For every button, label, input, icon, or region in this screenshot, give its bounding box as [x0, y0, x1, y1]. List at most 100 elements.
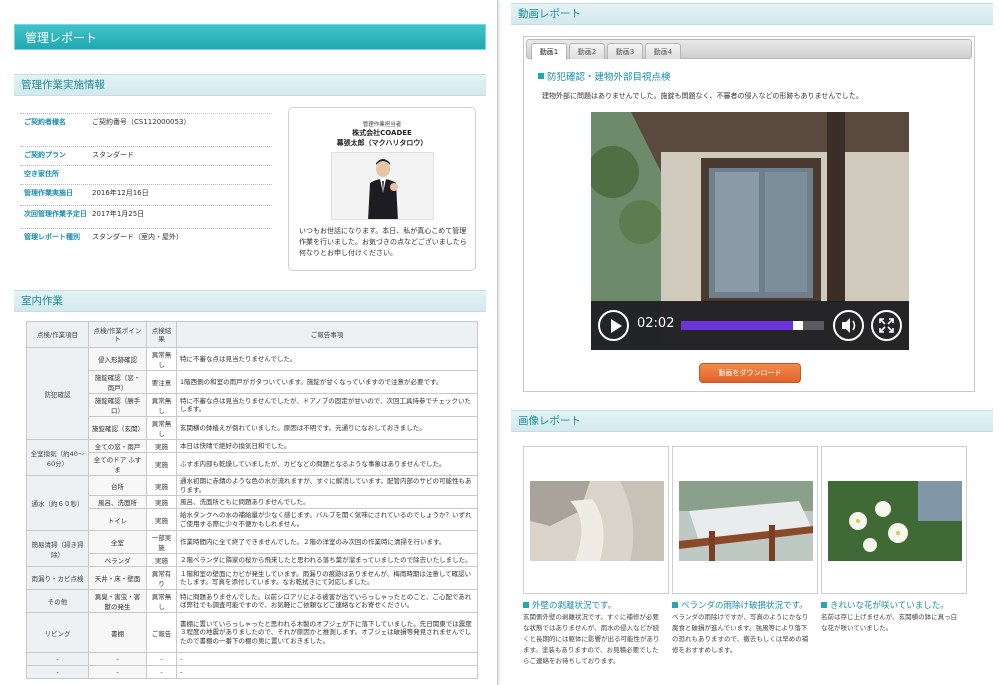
image-caption-1: 外壁の剥離状況です。	[523, 599, 616, 611]
table-row: 通水（約６０秒） 台所 実施 通水初期に赤錆のような色の水が流れますが、すぐに解消して…	[26, 475, 478, 531]
point-cell: 全室	[88, 530, 147, 554]
table-row: 雨漏り・カビ点検 天井・床・壁面 異常有り １階和室の壁面にカビが発生しています。雨漏…	[26, 566, 478, 590]
info-value: ご契約番号（CS112000053）	[92, 118, 191, 126]
fullscreen-icon[interactable]	[871, 310, 902, 341]
video-description: 建物外部に問題はありませんでした。施錠も問題なく、不審者の侵入などの形跡もありま…	[542, 92, 863, 100]
result-cell: 実施	[146, 495, 177, 509]
video-player[interactable]: 02:02	[591, 112, 909, 350]
result-cell: 異常無し	[146, 589, 177, 613]
note-cell: 通水初期に赤錆のような色の水が流れますが、すぐに解消しています。配管内部のサビの…	[176, 475, 478, 496]
point-cell: 書棚	[88, 612, 147, 653]
result-cell: 異常無し	[146, 416, 177, 440]
note-cell: ふすま内部も乾燥していましたが、カビなどの問題となるような事象はありませんでした…	[176, 452, 478, 476]
operator-photo	[331, 152, 434, 220]
result-cell: 実施	[146, 475, 177, 496]
info-label: 管理作業実施日	[24, 189, 73, 197]
result-cell: 実施	[146, 508, 177, 531]
point-cell: 全てのドア ふすま	[88, 452, 147, 476]
result-cell: ご報告	[146, 612, 177, 653]
info-value: スタンダード	[92, 151, 134, 159]
veranda-damage-photo	[679, 481, 813, 561]
operator-card: 管理作業担当者 株式会社COADEE 幕張太郎（マクハリタロウ） いつもお世話に…	[288, 107, 476, 271]
group-cell: -	[26, 652, 89, 666]
point-cell: 全ての窓・雨戸	[88, 439, 147, 453]
note-cell: 風呂、洗面所ともに問題ありませんでした。	[176, 495, 478, 509]
table-header-row: 点検/作業項目 点検/作業ポイント 点検結果 ご報告事項	[26, 321, 478, 348]
indoor-section-title: 室内作業	[14, 290, 486, 312]
result-cell: 一部実施	[146, 530, 177, 554]
point-cell: 台所	[88, 475, 147, 496]
result-cell: 実施	[146, 553, 177, 567]
video-report-box: 動画1 動画2 動画3 動画4 防犯確認・建物外部目視点検 建物外部に問題はあり…	[523, 36, 975, 392]
note-cell: 特に不審な点は見当たりませんでした。	[176, 347, 478, 371]
video-progress-bar[interactable]	[681, 321, 824, 330]
square-bullet-icon	[523, 602, 529, 608]
note-cell: 1階西側の和室の雨戸がガタついています。施錠が甘くなっていますので注意が必要です…	[176, 370, 478, 394]
image-caption-2: ベランダの雨除け破損状況です。	[672, 599, 808, 611]
info-row: 管理作業実施日 2016年12月16日	[20, 184, 272, 200]
info-row: 次回管理作業予定日 2017年1月25日	[20, 205, 272, 221]
table-row: トイレ 実施 給水タンクへの水の補給量が少なく感じます。バルブを開く気味にされている…	[27, 508, 478, 531]
white-flower-photo	[828, 481, 962, 561]
table-row: ----	[26, 665, 478, 679]
image-card-3	[821, 446, 967, 594]
table-row: その他 異臭・害虫・害獣の発生 異常無し 特に問題ありませんでした。以前シロアリによる…	[26, 589, 478, 613]
info-section-title: 管理作業実施情報	[14, 74, 486, 96]
result-cell: 異常有り	[146, 566, 177, 590]
note-cell: -	[176, 652, 478, 666]
info-row: 空き家住所	[20, 165, 272, 181]
volume-icon[interactable]	[833, 310, 864, 341]
point-cell: 風呂、洗面所	[88, 495, 147, 509]
table-row: 全室換気（約40〜60分） 全ての窓・雨戸 実施 本日は快晴で絶好の換気日和でした。	[26, 439, 478, 476]
tab-video-1[interactable]: 動画1	[531, 43, 567, 60]
group-cell: 通水（約６０秒）	[26, 475, 89, 531]
image-card-2	[672, 446, 818, 594]
image-text-3: 名前は存じ上げませんが、玄関横の鉢に真っ白な花が咲いていました。	[821, 613, 958, 632]
note-cell: ２階ベランダに隣家の桜から飛来したと思われる落ち葉が溜まっていましたので除去いた…	[176, 553, 478, 567]
video-tabs: 動画1 動画2 動画3 動画4	[526, 39, 972, 60]
group-cell: リビング	[26, 612, 89, 653]
video-title-text: 防犯確認・建物外部目視点検	[547, 72, 671, 83]
table-row: リビング 書棚 ご報告 書棚に置いていらっしゃったと思われる木製のオブジェが下に落下し…	[26, 612, 478, 653]
video-controls: 02:02	[591, 301, 909, 350]
note-cell: 本日は快晴で絶好の換気日和でした。	[176, 439, 478, 453]
tab-video-2[interactable]: 動画2	[569, 43, 605, 59]
table-row: 施錠確認（勝手口） 異常無し 特に不審な点は見当たりませんでしたが、ドアノブの固定が…	[27, 393, 478, 417]
note-cell: 給水タンクへの水の補給量が少なく感じます。バルブを開く気味にされているのでしょう…	[176, 508, 478, 531]
result-cell: 実施	[146, 439, 177, 453]
point-cell: 施錠確認（窓・雨戸）	[88, 370, 147, 394]
video-progress-knob[interactable]	[793, 321, 804, 330]
download-video-button[interactable]: 動画をダウンロード	[699, 363, 801, 383]
note-cell: 書棚に置いていらっしゃったと思われる木製のオブジェが下に落下していました。先日関…	[176, 612, 478, 653]
header-item: 点検/作業項目	[26, 321, 89, 348]
video-title: 防犯確認・建物外部目視点検	[538, 69, 671, 83]
report-left-panel: 管理レポート 管理作業実施情報 ご契約者様名 ご契約番号（CS112000053）…	[0, 0, 498, 685]
operator-role: 管理作業担当者	[362, 122, 402, 128]
table-row: 簡易清掃（掃き掃除） 全室 一部実施 作業時間内に全て終了できませんでした。２階の洋室…	[26, 530, 478, 567]
point-cell: 施錠確認（玄関）	[88, 416, 147, 440]
point-cell: 天井・床・壁面	[88, 566, 147, 590]
table-row: 全てのドア ふすま 実施 ふすま内部も乾燥していましたが、カビなどの問題となるような…	[27, 452, 478, 476]
video-section-title: 動画レポート	[511, 3, 993, 25]
tab-video-4[interactable]: 動画4	[645, 43, 681, 59]
info-row: ご契約プラン スタンダード	[20, 146, 272, 162]
info-label: 空き家住所	[24, 170, 59, 178]
group-cell: 雨漏り・カビ点検	[26, 566, 89, 590]
group-cell: -	[26, 665, 89, 679]
page-title: 管理レポート	[14, 24, 486, 50]
play-icon[interactable]	[598, 310, 629, 341]
note-cell: 玄関横の鉢植えが倒れていました。原因は不明です。元通りになおしておきました。	[176, 416, 478, 440]
note-cell: -	[176, 665, 478, 679]
table-row: ----	[26, 652, 478, 666]
result-cell: 異常無し	[146, 347, 177, 371]
point-cell: トイレ	[88, 508, 147, 531]
info-label: ご契約プラン	[24, 151, 66, 159]
result-cell: -	[146, 665, 177, 679]
header-note: ご報告事項	[176, 321, 478, 348]
point-cell: ベランダ	[88, 553, 147, 567]
header-point: 点検/作業ポイント	[88, 321, 147, 348]
video-progress-fill	[681, 321, 799, 330]
tab-video-3[interactable]: 動画3	[607, 43, 643, 59]
image-caption-3: きれいな花が咲いていました。	[821, 599, 949, 611]
info-row: 管理レポート種別 スタンダード（室内・屋外）	[20, 228, 272, 244]
